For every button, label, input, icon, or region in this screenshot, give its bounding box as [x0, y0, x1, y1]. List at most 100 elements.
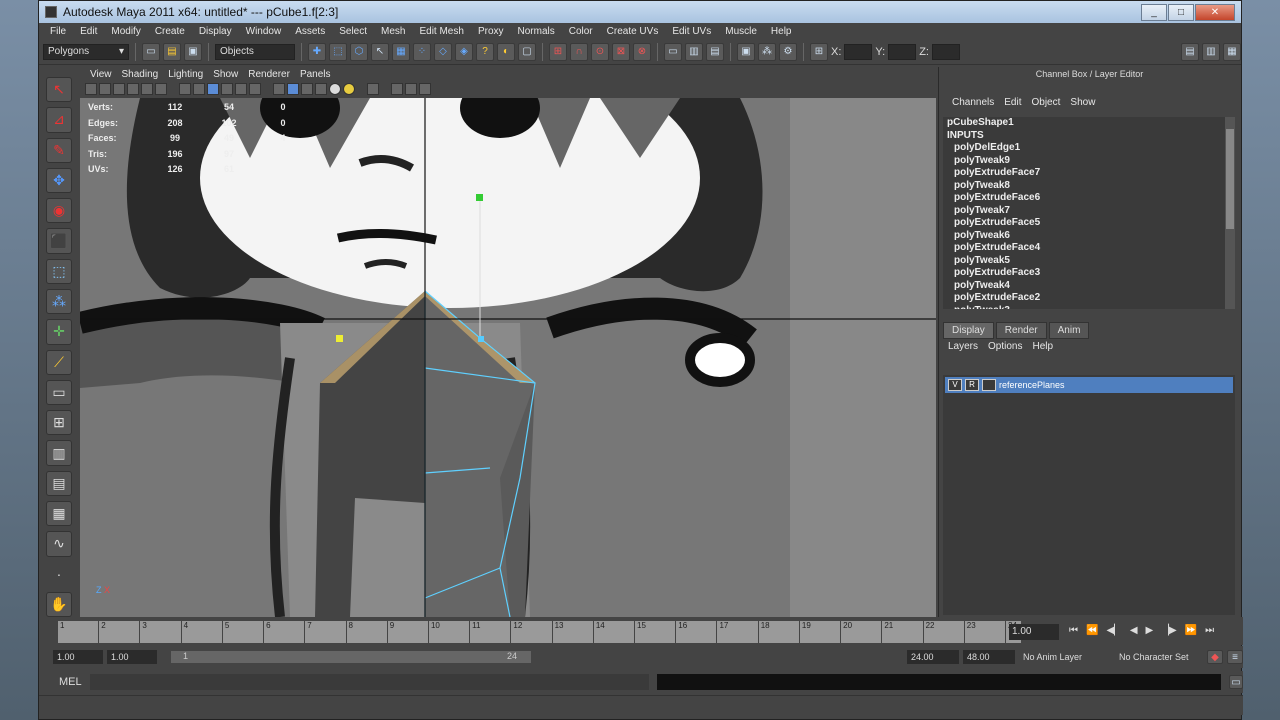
make-live-icon[interactable]: ⊗ — [633, 42, 651, 61]
snap-grid-icon[interactable]: ⊞ — [549, 42, 567, 61]
menu-mesh[interactable]: Mesh — [374, 26, 412, 37]
soft-mod-tool-icon[interactable]: ⁂ — [46, 288, 72, 315]
step-forward-frame-icon[interactable]: ▕▶ — [1161, 625, 1176, 636]
layer-menu-layers[interactable]: Layers — [943, 341, 983, 352]
step-forward-key-icon[interactable]: ⏩ — [1185, 625, 1197, 636]
paint-select-tool-icon[interactable]: ✎ — [46, 137, 72, 163]
manipulator-pivot[interactable] — [336, 335, 343, 342]
menu-display[interactable]: Display — [192, 26, 239, 37]
single-view-layout-icon[interactable]: ▭ — [46, 379, 72, 406]
last-tool-icon[interactable]: ⟋ — [46, 349, 72, 375]
menu-create-uvs[interactable]: Create UVs — [600, 26, 666, 37]
film-gate-icon[interactable] — [155, 83, 167, 95]
camera-select-icon[interactable] — [85, 83, 97, 95]
xray-icon[interactable] — [273, 83, 285, 95]
lasso-tool-icon[interactable]: ⊿ — [46, 107, 72, 133]
manipulator-y-tip[interactable] — [476, 194, 483, 201]
open-scene-icon[interactable]: ▤ — [163, 42, 181, 61]
mel-label[interactable]: MEL — [59, 676, 82, 688]
history-icon[interactable]: ▭ — [664, 42, 682, 61]
cb-menu-object[interactable]: Object — [1027, 97, 1066, 113]
step-back-key-icon[interactable]: ⏪ — [1086, 625, 1098, 636]
smooth-shade-icon[interactable] — [193, 83, 205, 95]
menu-create[interactable]: Create — [148, 26, 192, 37]
scale-tool-icon[interactable]: ⬛ — [46, 228, 72, 254]
input-node[interactable]: polyTweak6 — [943, 230, 1235, 243]
snap-curve-icon[interactable]: ∩ — [570, 42, 588, 61]
input-node[interactable]: polyTweak5 — [943, 255, 1235, 268]
play-forwards-icon[interactable]: ▶ — [1146, 625, 1154, 636]
wireframe-icon[interactable] — [179, 83, 191, 95]
move-tool-icon[interactable]: ✥ — [46, 167, 72, 194]
input-node[interactable]: polyDelEdge1 — [943, 142, 1235, 155]
step-back-frame-icon[interactable]: ◀▏ — [1106, 625, 1121, 636]
select-by-hierarchy-icon[interactable]: ✚ — [308, 42, 326, 61]
lights-icon[interactable] — [235, 83, 247, 95]
auto-key-icon[interactable]: ◆ — [1207, 650, 1223, 664]
scroll-thumb[interactable] — [1226, 129, 1234, 229]
all-lights-icon[interactable] — [343, 83, 355, 95]
vp-menu-panels[interactable]: Panels — [295, 69, 336, 80]
uv-mask-icon[interactable]: ? — [476, 42, 494, 61]
play-backwards-icon[interactable]: ◀ — [1130, 625, 1138, 636]
tab-display[interactable]: Display — [943, 322, 994, 339]
menu-window[interactable]: Window — [239, 26, 289, 37]
anim-layer-dropdown[interactable]: No Anim Layer — [1019, 650, 1111, 664]
select-by-object-icon[interactable]: ⬚ — [329, 42, 347, 61]
snap-view-plane-icon[interactable]: ⊠ — [612, 42, 630, 61]
transform-field-icon[interactable]: ⊞ — [810, 42, 828, 61]
ipr-render-icon[interactable]: ⁂ — [758, 42, 776, 61]
extra-layout-icon[interactable]: · — [46, 561, 72, 587]
layer-menu-help[interactable]: Help — [1027, 341, 1058, 352]
cb-menu-channels[interactable]: Channels — [947, 97, 999, 113]
menu-modify[interactable]: Modify — [104, 26, 147, 37]
shape-node-label[interactable]: pCubeShape1 — [943, 117, 1235, 130]
new-scene-icon[interactable]: ▭ — [142, 42, 160, 61]
grid-toggle-icon[interactable] — [141, 83, 153, 95]
maximize-button[interactable]: □ — [1168, 3, 1194, 21]
input-node[interactable]: polyTweak4 — [943, 280, 1235, 293]
menu-assets[interactable]: Assets — [288, 26, 332, 37]
isolate-select-icon[interactable] — [301, 83, 313, 95]
layer-color-swatch[interactable] — [982, 379, 996, 391]
input-node[interactable]: polyTweak9 — [943, 155, 1235, 168]
vp-menu-shading[interactable]: Shading — [117, 69, 164, 80]
perspective-viewport[interactable]: Verts: 112 54 0 Edges: 208 102 0 Faces: 99 49 4 T… — [80, 98, 936, 617]
input-node[interactable]: polyExtrudeFace7 — [943, 167, 1235, 180]
wireframe-on-shaded-icon[interactable] — [207, 83, 219, 95]
menu-normals[interactable]: Normals — [511, 26, 562, 37]
toggle-tool-settings-icon[interactable]: ▥ — [1202, 42, 1220, 61]
hud-icon[interactable] — [315, 83, 327, 95]
input-node[interactable]: polyExtrudeFace6 — [943, 192, 1235, 205]
snap-point-icon[interactable]: ⊙ — [591, 42, 609, 61]
playback-end-field[interactable]: 24.00 — [907, 650, 959, 664]
menu-help[interactable]: Help — [764, 26, 799, 37]
layer-visibility-toggle[interactable]: V — [948, 379, 962, 391]
menu-proxy[interactable]: Proxy — [471, 26, 511, 37]
construction-history-icon[interactable]: ▥ — [685, 42, 703, 61]
select-tool-icon[interactable]: ↖ — [46, 77, 72, 103]
face-mask-icon[interactable]: ◈ — [455, 42, 473, 61]
cb-menu-show[interactable]: Show — [1065, 97, 1100, 113]
animation-start-field[interactable]: 1.00 — [53, 650, 103, 664]
playback-start-field[interactable]: 1.00 — [107, 650, 157, 664]
render-view-icon[interactable]: ▣ — [737, 42, 755, 61]
shadows-icon[interactable] — [249, 83, 261, 95]
bookmarks-icon[interactable] — [113, 83, 125, 95]
character-set-dropdown[interactable]: No Character Set — [1115, 650, 1203, 664]
layer-menu-options[interactable]: Options — [983, 341, 1027, 352]
default-lighting-icon[interactable] — [329, 83, 341, 95]
mel-input[interactable] — [89, 674, 650, 690]
persp-outliner-layout-icon[interactable]: ▥ — [46, 440, 72, 466]
input-node[interactable]: polyExtrudeFace2 — [943, 292, 1235, 305]
save-scene-icon[interactable]: ▣ — [184, 42, 202, 61]
render-frame-icon[interactable]: ▤ — [706, 42, 724, 61]
image-plane-icon[interactable] — [127, 83, 139, 95]
channel-scrollbar[interactable] — [1225, 117, 1235, 309]
input-node[interactable]: polyTweak7 — [943, 205, 1235, 218]
layer-row[interactable]: V R referencePlanes — [945, 377, 1233, 393]
lock-selection-icon[interactable]: ◐ — [497, 42, 515, 61]
time-slider-track[interactable]: 123456789101112131415161718192021222324 — [57, 621, 1021, 643]
universal-manipulator-icon[interactable]: ⬚ — [46, 258, 72, 284]
toggle-attribute-editor-icon[interactable]: ▤ — [1181, 42, 1199, 61]
